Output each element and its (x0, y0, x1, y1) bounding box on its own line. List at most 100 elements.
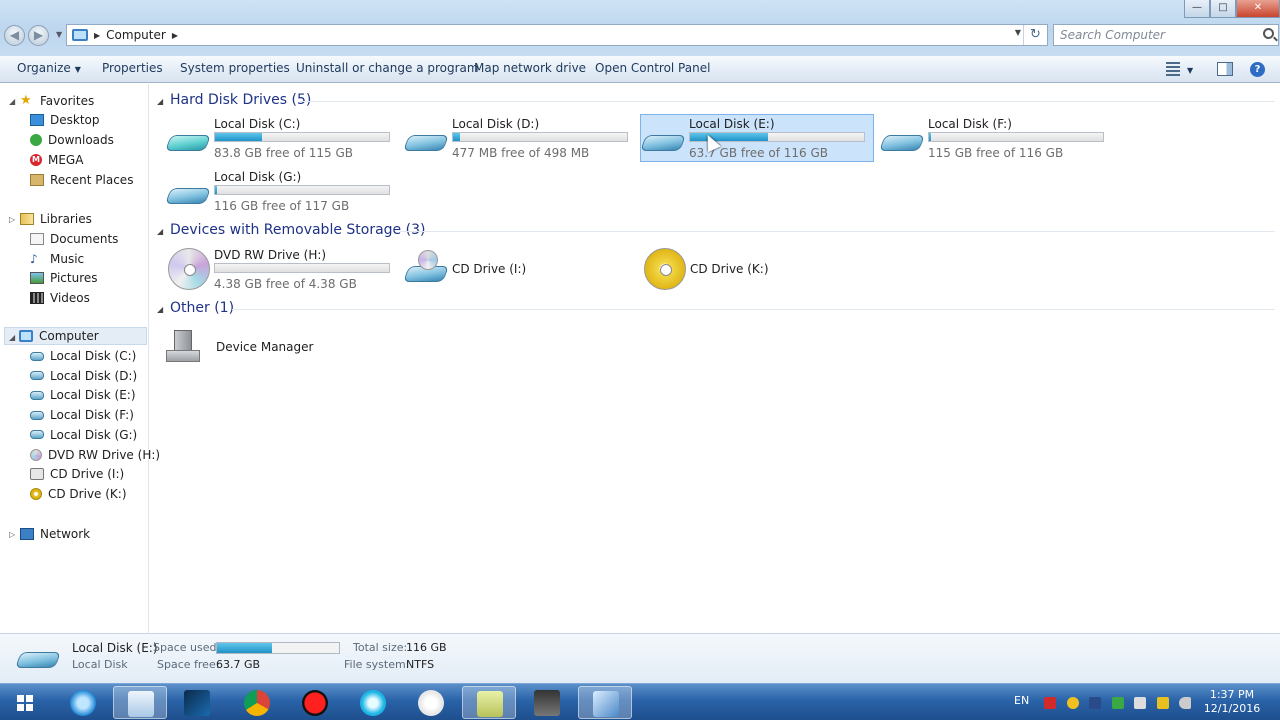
close-button[interactable]: ✕ (1236, 0, 1280, 18)
uninstall-program-button[interactable]: Uninstall or change a program (296, 61, 479, 75)
search-input[interactable]: Search Computer (1053, 24, 1279, 46)
nav-drive-item[interactable]: DVD RW Drive (H:) (30, 446, 160, 464)
bluetooth-icon[interactable] (1089, 697, 1101, 709)
breadcrumb-separator-icon[interactable]: ▶ (172, 31, 178, 40)
mega-tray-icon[interactable] (1044, 697, 1056, 709)
system-properties-button[interactable]: System properties (180, 61, 290, 75)
taskbar-weibo[interactable] (404, 686, 458, 719)
nav-videos[interactable]: Videos (30, 289, 90, 307)
nav-music[interactable]: ♪ Music (30, 250, 84, 268)
drive-tile-cd-i[interactable]: CD Drive (I:) (403, 246, 638, 294)
nav-mega[interactable]: M MEGA (30, 151, 83, 169)
expand-network-icon[interactable]: ▷ (9, 530, 15, 539)
device-manager-label: Device Manager (216, 340, 314, 354)
drive-tile[interactable]: Local Disk (E:) 63.7 GB free of 116 GB (640, 114, 874, 162)
properties-button[interactable]: Properties (102, 61, 163, 75)
open-control-panel-button[interactable]: Open Control Panel (595, 61, 710, 75)
drive-tile-cd-k[interactable]: CD Drive (K:) (642, 246, 876, 294)
input-language[interactable]: EN (1014, 694, 1029, 707)
action-center-icon[interactable] (1134, 697, 1146, 709)
nav-label: Downloads (48, 133, 114, 147)
view-options-dropdown-icon[interactable]: ▼ (1187, 62, 1193, 76)
details-file-system-label: File system: (344, 658, 410, 671)
system-clock[interactable]: 1:37 PM 12/1/2016 (1192, 688, 1272, 716)
preview-pane-icon[interactable] (1217, 62, 1233, 76)
drive-tile[interactable]: Local Disk (D:) 477 MB free of 498 MB (403, 115, 638, 163)
forward-button[interactable]: ▶ (28, 25, 49, 46)
drive-tile[interactable]: Local Disk (C:) 83.8 GB free of 115 GB (165, 115, 400, 163)
nav-documents[interactable]: Documents (30, 230, 118, 248)
taskbar-media[interactable] (170, 686, 224, 719)
taskbar-app[interactable] (578, 686, 632, 719)
collapse-removable-icon[interactable]: ◢ (157, 227, 163, 236)
taskbar-chrome[interactable] (230, 686, 284, 719)
nav-desktop[interactable]: Desktop (30, 111, 100, 129)
address-dropdown-icon[interactable]: ▼ (1015, 28, 1021, 37)
help-icon[interactable]: ? (1250, 62, 1265, 77)
search-placeholder: Search Computer (1060, 28, 1165, 42)
drive-tile[interactable]: Local Disk (F:) 115 GB free of 116 GB (879, 115, 1114, 163)
maximize-button[interactable]: □ (1210, 0, 1236, 18)
details-usage-bar (216, 642, 340, 654)
group-header-removable-storage[interactable]: Devices with Removable Storage (3) (170, 222, 425, 238)
start-button[interactable] (0, 684, 50, 720)
details-drive-type: Local Disk (72, 658, 128, 671)
drive-name: Local Disk (C:) (214, 117, 301, 131)
nav-pictures[interactable]: Pictures (30, 269, 98, 287)
recent-pages-dropdown-icon[interactable]: ▼ (56, 30, 62, 39)
nav-recent-places[interactable]: Recent Places (30, 171, 133, 189)
media-player-icon (184, 690, 210, 716)
drive-name: Local Disk (G:) (214, 170, 302, 184)
change-view-icon[interactable] (1166, 62, 1180, 76)
taskbar-recorder[interactable] (288, 686, 342, 719)
downloads-icon (30, 134, 42, 146)
volume-icon[interactable] (1179, 697, 1191, 709)
nav-drive-item[interactable]: Local Disk (C:) (30, 347, 136, 365)
taskbar-tools[interactable] (520, 686, 574, 719)
nav-drive-item[interactable]: Local Disk (D:) (30, 367, 137, 385)
clock-date: 12/1/2016 (1203, 702, 1261, 715)
organize-button[interactable]: Organize ▼ (17, 61, 81, 75)
expand-favorites-icon[interactable]: ◢ (9, 97, 15, 106)
search-icon[interactable] (1263, 28, 1274, 39)
drive-tile[interactable]: Local Disk (G:) 116 GB free of 117 GB (165, 168, 400, 216)
map-network-drive-button[interactable]: Map network drive (474, 61, 586, 75)
breadcrumb-computer[interactable]: Computer (106, 28, 166, 42)
nav-label: CD Drive (I:) (50, 467, 125, 482)
taskbar-ie[interactable] (56, 686, 110, 719)
nav-downloads[interactable]: Downloads (30, 131, 114, 149)
taskbar-explorer[interactable] (113, 686, 167, 719)
network-tray-icon[interactable] (1112, 697, 1124, 709)
breadcrumb-separator-icon[interactable]: ▶ (94, 31, 100, 40)
collapse-hdd-icon[interactable]: ◢ (157, 97, 163, 106)
device-manager-tile[interactable]: Device Manager (166, 324, 400, 372)
back-button[interactable]: ◀ (4, 25, 25, 46)
flag-icon[interactable] (1157, 697, 1169, 709)
nav-network[interactable]: Network (20, 525, 90, 543)
nav-drive-item[interactable]: Local Disk (G:) (30, 426, 137, 444)
drive-usage-fill (215, 133, 262, 141)
norton-tray-icon[interactable] (1067, 697, 1079, 709)
taskbar-notes[interactable] (462, 686, 516, 719)
nav-drive-item[interactable]: CD Drive (K:) (30, 485, 127, 503)
nav-libraries[interactable]: Libraries (20, 210, 92, 228)
refresh-icon[interactable]: ↻ (1023, 25, 1047, 45)
group-header-hard-disk-drives[interactable]: Hard Disk Drives (5) (170, 92, 311, 108)
drive-tile-dvd-h[interactable]: DVD RW Drive (H:) 4.38 GB free of 4.38 G… (166, 246, 400, 294)
details-total-size: 116 GB (406, 641, 447, 654)
collapse-computer-icon[interactable]: ◢ (9, 333, 15, 342)
taskbar-sync[interactable] (346, 686, 400, 719)
address-bar[interactable]: ▶ Computer ▶ ▼ ↻ (66, 24, 1048, 46)
nav-drive-item[interactable]: Local Disk (F:) (30, 406, 134, 424)
hard-disk-icon (640, 129, 686, 155)
collapse-other-icon[interactable]: ◢ (157, 305, 163, 314)
nav-favorites[interactable]: ★ Favorites (20, 92, 94, 110)
hard-disk-icon (879, 129, 925, 155)
nav-drive-item[interactable]: Local Disk (E:) (30, 386, 136, 404)
music-icon: ♪ (30, 252, 38, 266)
nav-drive-item[interactable]: CD Drive (I:) (30, 465, 124, 483)
group-header-other[interactable]: Other (1) (170, 300, 234, 316)
expand-libraries-icon[interactable]: ▷ (9, 215, 15, 224)
minimize-button[interactable]: — (1184, 0, 1210, 18)
nav-computer[interactable]: Computer (4, 327, 147, 345)
